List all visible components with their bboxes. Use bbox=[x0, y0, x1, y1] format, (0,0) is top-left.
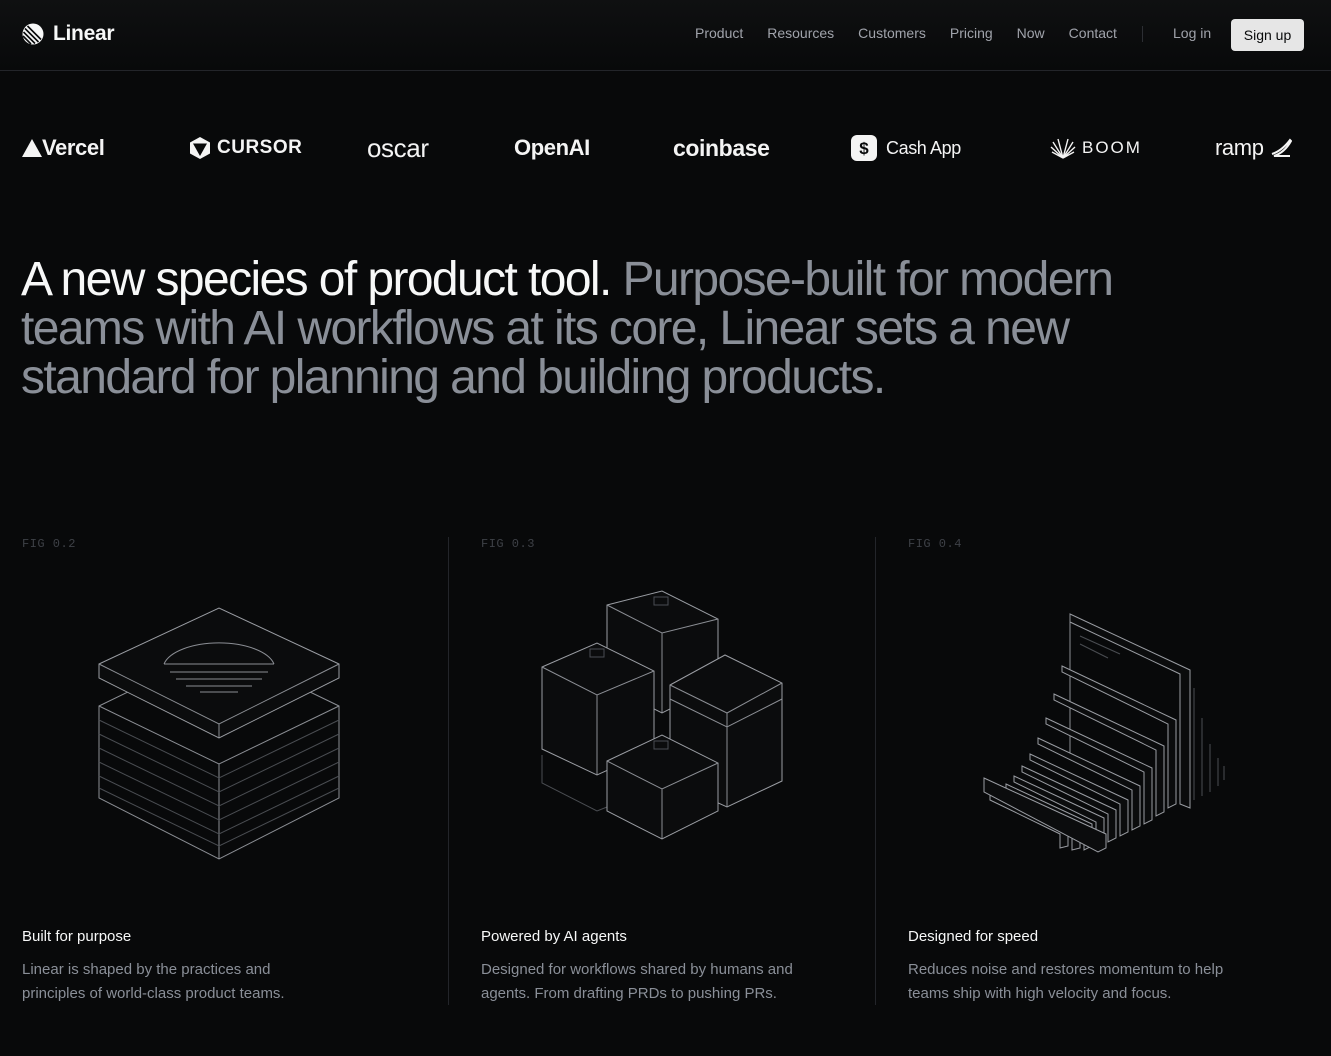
hero-heading: A new species of product tool. Purpose-b… bbox=[21, 255, 1201, 402]
brand-name: Linear bbox=[53, 22, 115, 45]
logo-vercel: Vercel bbox=[22, 128, 105, 168]
vercel-triangle-icon bbox=[22, 139, 42, 157]
cursor-cube-icon bbox=[190, 137, 210, 159]
feature-description: Designed for workflows shared by humans … bbox=[481, 961, 793, 1002]
logo-cashapp: $ Cash App bbox=[851, 128, 961, 168]
nav-link-now[interactable]: Now bbox=[1017, 25, 1045, 41]
top-nav: Linear Product Resources Customers Prici… bbox=[0, 0, 1331, 71]
nav-links: Product Resources Customers Pricing Now … bbox=[695, 25, 1141, 41]
feature-title: Powered by AI agents bbox=[481, 928, 627, 945]
logo-openai: OpenAI bbox=[514, 135, 590, 160]
column-divider bbox=[448, 537, 449, 1005]
fig-label: FIG 0.3 bbox=[481, 537, 535, 551]
fig-label: FIG 0.4 bbox=[908, 537, 962, 551]
nav-link-customers[interactable]: Customers bbox=[858, 25, 926, 41]
logo-oscar: oscar bbox=[367, 132, 429, 163]
svg-text:$: $ bbox=[859, 139, 869, 158]
logo-cursor: CURSOR bbox=[189, 128, 302, 168]
feature-title: Designed for speed bbox=[908, 928, 1039, 945]
fig-label: FIG 0.2 bbox=[22, 537, 76, 551]
feature-description: Linear is shaped by the practices and pr… bbox=[22, 961, 285, 1002]
feature-title: Built for purpose bbox=[22, 928, 132, 945]
stacked-layers-illustration bbox=[98, 607, 340, 860]
nav-divider bbox=[1142, 26, 1143, 42]
column-divider bbox=[875, 537, 876, 1005]
signup-button[interactable]: Sign up bbox=[1231, 19, 1304, 51]
nav-link-product[interactable]: Product bbox=[695, 25, 743, 41]
brand-logo[interactable]: Linear bbox=[22, 22, 115, 46]
login-link[interactable]: Log in bbox=[1173, 25, 1211, 41]
linear-logo-icon bbox=[22, 23, 44, 45]
feature-description: Reduces noise and restores momentum to h… bbox=[908, 961, 1224, 1002]
cashapp-dollar-icon: $ bbox=[851, 135, 877, 161]
logo-boom: BOOM bbox=[1050, 128, 1142, 168]
customer-logos: Vercel CURSOR oscar OpenAI coinbase $ Ca… bbox=[0, 128, 1331, 168]
ramp-arrow-icon bbox=[1271, 138, 1292, 157]
speed-panels-illustration bbox=[983, 613, 1225, 853]
nav-link-contact[interactable]: Contact bbox=[1069, 25, 1117, 41]
nav-link-pricing[interactable]: Pricing bbox=[950, 25, 993, 41]
logo-coinbase: coinbase bbox=[673, 134, 770, 161]
boom-wings-icon bbox=[1050, 138, 1076, 159]
hero-lead: A new species of product tool. bbox=[21, 253, 612, 306]
cubes-cluster-illustration bbox=[541, 590, 783, 840]
logo-ramp: ramp bbox=[1215, 128, 1292, 168]
nav-link-resources[interactable]: Resources bbox=[767, 25, 834, 41]
